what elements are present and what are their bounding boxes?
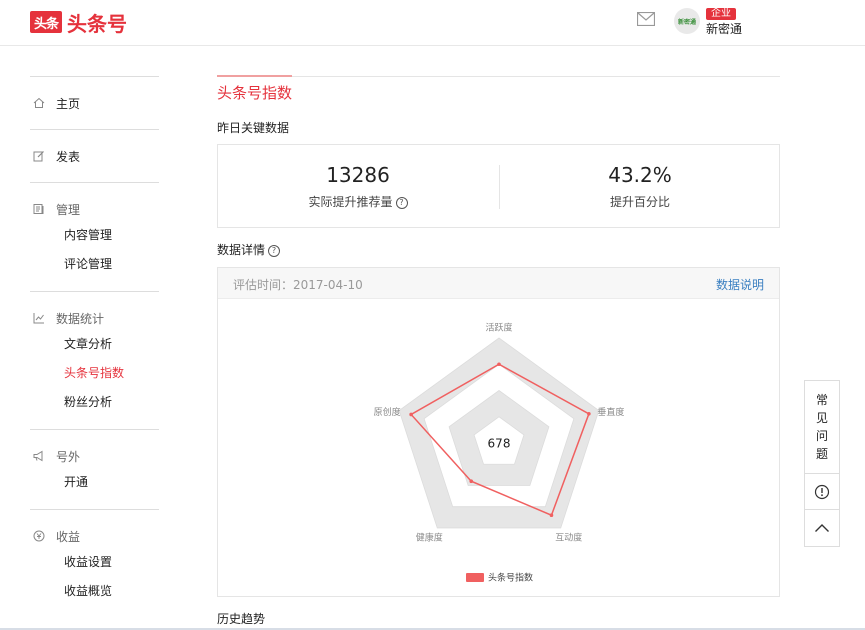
feedback-button[interactable]	[805, 474, 839, 510]
sidebar-item-home[interactable]: 主页	[30, 77, 159, 129]
sidebar-subitem-article-analysis[interactable]: 文章分析	[30, 330, 159, 359]
back-to-top-button[interactable]	[805, 510, 839, 545]
radar-point[interactable]	[587, 411, 591, 416]
radar-axis-label: 垂直度	[597, 406, 624, 418]
kpi-label: 实际提升推荐量	[308, 195, 393, 209]
mail-icon[interactable]	[637, 12, 655, 26]
help-icon[interactable]: ?	[268, 244, 281, 257]
radar-axis-label: 健康度	[416, 531, 443, 543]
sidebar: 主页 发表 管理 内容管理 评论管理 数据统计 文章分析 头条号指数 粉丝分析 …	[30, 76, 159, 606]
kpi-label-wrap: 实际提升推荐量?	[218, 193, 498, 210]
page-title: 头条号指数	[217, 84, 293, 102]
enterprise-badge: 企业	[706, 8, 736, 20]
sidebar-label: 号外	[56, 449, 81, 464]
detail-label-wrap: 数据详情?	[217, 241, 281, 258]
avatar-text: 新密通	[677, 18, 696, 26]
sidebar-item-publish[interactable]: 发表	[30, 130, 159, 182]
help-icon[interactable]: ?	[395, 196, 408, 209]
logo-mark: 头条	[30, 11, 62, 33]
faq-char: 题	[815, 447, 828, 461]
eval-time: 评估时间：2017-04-10	[233, 278, 363, 292]
sidebar-section-stats: 数据统计 文章分析 头条号指数 粉丝分析	[30, 291, 159, 429]
radar-axis-label: 原创度	[374, 406, 401, 418]
kpi-value: 43.2%	[608, 163, 672, 187]
main-content: 头条号指数 昨日关键数据 13286 实际提升推荐量? 43.2% 提升百分比 …	[217, 75, 780, 626]
stats-icon	[32, 311, 46, 325]
chevron-up-icon	[815, 523, 829, 532]
legend-swatch[interactable]	[466, 573, 484, 582]
megaphone-icon	[32, 449, 46, 463]
sidebar-label: 数据统计	[56, 311, 105, 326]
faq-button[interactable]: 常 见 问 题	[805, 381, 839, 474]
sidebar-subitem-revenue-overview[interactable]: 收益概览	[30, 577, 159, 606]
username[interactable]: 新密通	[706, 20, 742, 37]
sidebar-subitem-account-index[interactable]: 头条号指数	[30, 359, 159, 388]
data-description-link[interactable]: 数据说明	[716, 276, 764, 293]
sidebar-subitem-revenue-settings[interactable]: 收益设置	[30, 548, 159, 577]
sidebar-section-extra: 号外 开通	[30, 429, 159, 509]
kpi-box: 13286 实际提升推荐量? 43.2% 提升百分比	[217, 144, 780, 228]
sidebar-section-publish: 发表	[30, 129, 159, 182]
key-data-label: 昨日关键数据	[217, 121, 290, 135]
kpi-percent: 43.2% 提升百分比	[500, 145, 780, 227]
title-underline	[217, 75, 780, 77]
sidebar-subitem-fans-analysis[interactable]: 粉丝分析	[30, 388, 159, 417]
sidebar-subitem-comment-manage[interactable]: 评论管理	[30, 250, 159, 279]
edit-icon	[32, 149, 46, 163]
sidebar-label: 收益	[56, 529, 81, 544]
detail-box: 评估时间：2017-04-10 数据说明 活跃度垂直度互动度 健康度 原创度 678 头…	[217, 267, 780, 597]
radar-axis-label: 活跃度	[485, 322, 512, 334]
radar-point[interactable]	[469, 479, 474, 484]
radar-point[interactable]	[497, 362, 501, 367]
faq-char: 问	[815, 429, 828, 443]
radar-center-value: 678	[488, 437, 511, 451]
sidebar-label: 发表	[56, 149, 81, 164]
sidebar-section-home: 主页	[30, 76, 159, 129]
radar-axis-label: 互动度	[555, 531, 582, 543]
legend-label[interactable]: 头条号指数	[488, 572, 533, 584]
sidebar-label: 管理	[56, 202, 81, 217]
revenue-icon	[32, 529, 46, 543]
top-header: 头条 头条号 新密通 企业 新密通	[0, 0, 865, 46]
exclamation-icon	[814, 484, 830, 499]
kpi-label: 提升百分比	[609, 195, 670, 209]
sidebar-section-revenue: 收益 收益设置 收益概览	[30, 509, 159, 606]
sidebar-subitem-content-manage[interactable]: 内容管理	[30, 221, 159, 250]
faq-char: 见	[815, 411, 828, 425]
avatar[interactable]: 新密通	[674, 8, 700, 34]
kpi-value: 13286	[326, 163, 390, 187]
home-icon	[32, 96, 46, 110]
radar-point[interactable]	[409, 412, 413, 417]
manage-icon	[32, 202, 46, 216]
radar-chart: 活跃度垂直度互动度 健康度 原创度 678 头条号指数	[374, 322, 625, 584]
logo-text: 头条号	[67, 11, 127, 36]
logo[interactable]: 头条 头条号	[30, 10, 127, 36]
help-float-panel: 常 见 问 题	[804, 380, 840, 547]
detail-label: 数据详情	[217, 243, 266, 257]
radar-point[interactable]	[549, 513, 554, 518]
detail-header: 评估时间：2017-04-10 数据说明	[218, 268, 779, 299]
history-label: 历史趋势	[217, 612, 266, 626]
sidebar-subitem-open[interactable]: 开通	[30, 468, 159, 497]
sidebar-section-manage: 管理 内容管理 评论管理	[30, 182, 159, 291]
sidebar-label: 主页	[56, 96, 81, 111]
faq-char: 常	[815, 393, 828, 407]
kpi-recommend: 13286 实际提升推荐量?	[218, 145, 498, 227]
